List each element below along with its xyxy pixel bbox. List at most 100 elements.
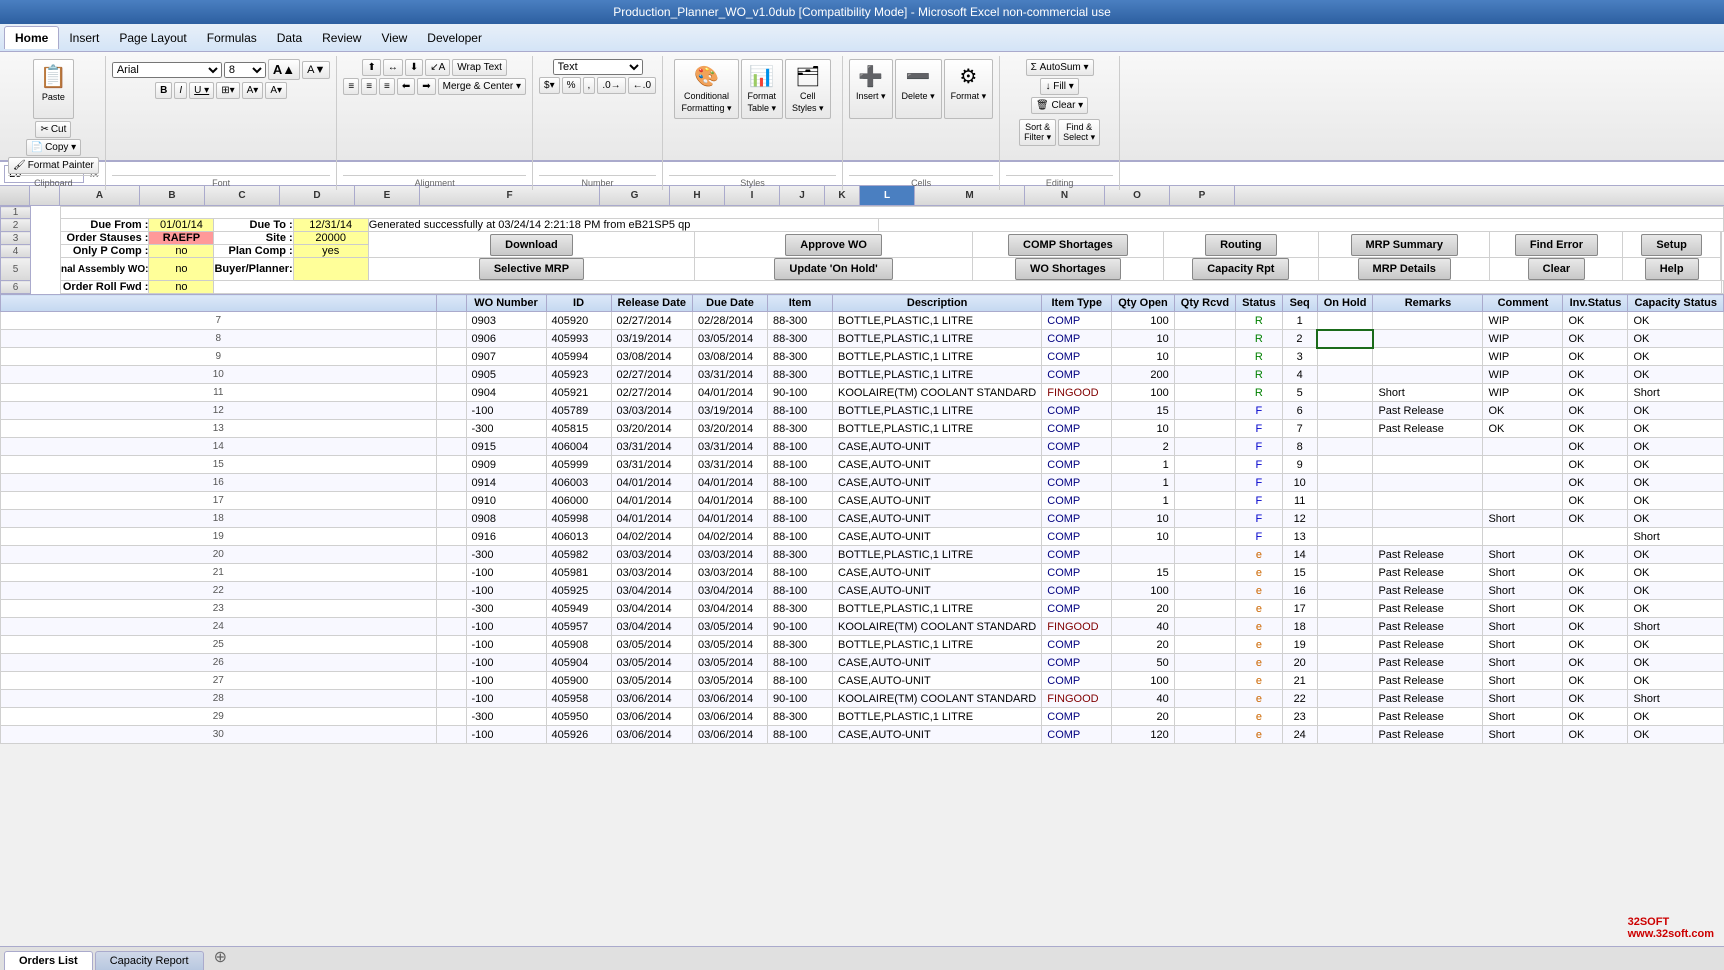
cell-inv-status[interactable]: [1563, 528, 1628, 546]
cell-release-date[interactable]: 03/04/2014: [611, 618, 693, 636]
cell-wo[interactable]: 0906: [466, 330, 546, 348]
cell-on-hold[interactable]: [1317, 402, 1373, 420]
menu-home[interactable]: Home: [4, 26, 59, 49]
align-bottom-button[interactable]: ⬇: [405, 59, 423, 76]
capacity-rpt-button[interactable]: Capacity Rpt: [1192, 258, 1289, 280]
cell-comment[interactable]: Short: [1483, 672, 1563, 690]
cell-on-hold[interactable]: [1317, 420, 1373, 438]
cell-release-date[interactable]: 03/05/2014: [611, 636, 693, 654]
cell-status[interactable]: R: [1236, 366, 1283, 384]
cell-capacity-status[interactable]: OK: [1628, 582, 1724, 600]
cell-on-hold[interactable]: [1317, 636, 1373, 654]
cell-due-date[interactable]: 03/31/2014: [693, 366, 768, 384]
cell-qty-open[interactable]: 10: [1112, 510, 1175, 528]
cell-wo[interactable]: 0910: [466, 492, 546, 510]
cell-due-date[interactable]: 03/06/2014: [693, 690, 768, 708]
cell-status[interactable]: F: [1236, 510, 1283, 528]
cell-capacity-status[interactable]: Short: [1628, 618, 1724, 636]
cell-seq[interactable]: 13: [1282, 528, 1317, 546]
cell-comment[interactable]: [1483, 474, 1563, 492]
cell-comment[interactable]: Short: [1483, 708, 1563, 726]
cell-due-date[interactable]: 03/31/2014: [693, 438, 768, 456]
cell-inv-status[interactable]: OK: [1563, 726, 1628, 744]
cell-on-hold[interactable]: [1317, 474, 1373, 492]
menu-data[interactable]: Data: [267, 27, 312, 49]
cell-description[interactable]: BOTTLE,PLASTIC,1 LITRE: [833, 312, 1042, 330]
currency-button[interactable]: $▾: [539, 77, 560, 94]
cell-seq[interactable]: 2: [1282, 330, 1317, 348]
cell-id[interactable]: 405815: [546, 420, 611, 438]
cell-seq[interactable]: 24: [1282, 726, 1317, 744]
cell-comment[interactable]: Short: [1483, 510, 1563, 528]
cell-item[interactable]: 90-100: [768, 618, 833, 636]
cell-seq[interactable]: 6: [1282, 402, 1317, 420]
cell-inv-status[interactable]: OK: [1563, 672, 1628, 690]
header-status[interactable]: Status: [1236, 295, 1283, 312]
cell-qty-rcvd[interactable]: [1174, 726, 1235, 744]
cell-status[interactable]: R: [1236, 384, 1283, 402]
format-cells-button[interactable]: ⚙ Format ▾: [944, 59, 994, 119]
cell-inv-status[interactable]: OK: [1563, 582, 1628, 600]
tab-orders-list[interactable]: Orders List: [4, 951, 93, 970]
cell-qty-open[interactable]: 50: [1112, 654, 1175, 672]
cell-comment[interactable]: Short: [1483, 600, 1563, 618]
cell-inv-status[interactable]: OK: [1563, 474, 1628, 492]
download-button[interactable]: Download: [490, 234, 573, 256]
orient-button[interactable]: ↙A: [425, 59, 450, 76]
cell-on-hold[interactable]: [1317, 438, 1373, 456]
cell-qty-open[interactable]: 15: [1112, 564, 1175, 582]
cell-inv-status[interactable]: OK: [1563, 618, 1628, 636]
header-id[interactable]: ID: [546, 295, 611, 312]
cell-item[interactable]: 88-300: [768, 546, 833, 564]
cell-description[interactable]: CASE,AUTO-UNIT: [833, 672, 1042, 690]
paste-button[interactable]: 📋 Paste: [33, 59, 74, 119]
menu-page-layout[interactable]: Page Layout: [109, 27, 196, 49]
cell-description[interactable]: CASE,AUTO-UNIT: [833, 726, 1042, 744]
decrease-decimal-button[interactable]: ←.0: [628, 77, 656, 94]
cell-release-date[interactable]: 04/01/2014: [611, 510, 693, 528]
cell-seq[interactable]: 19: [1282, 636, 1317, 654]
cell-inv-status[interactable]: OK: [1563, 348, 1628, 366]
cell-item-type[interactable]: COMP: [1042, 510, 1112, 528]
cell-seq[interactable]: 22: [1282, 690, 1317, 708]
cell-capacity-status[interactable]: OK: [1628, 510, 1724, 528]
cell-status[interactable]: e: [1236, 654, 1283, 672]
cell-status[interactable]: F: [1236, 420, 1283, 438]
wrap-text-button[interactable]: Wrap Text: [452, 59, 507, 76]
cell-id[interactable]: 406000: [546, 492, 611, 510]
cell-release-date[interactable]: 02/27/2014: [611, 366, 693, 384]
cell-remarks[interactable]: Past Release: [1373, 582, 1483, 600]
cell-remarks[interactable]: [1373, 366, 1483, 384]
cell-due-date[interactable]: 03/03/2014: [693, 564, 768, 582]
cell-status[interactable]: R: [1236, 348, 1283, 366]
cell-qty-rcvd[interactable]: [1174, 618, 1235, 636]
borders-button[interactable]: ⊞▾: [216, 82, 239, 99]
cell-qty-open[interactable]: 20: [1112, 600, 1175, 618]
clear-button[interactable]: 🗑 Clear ▾: [1031, 97, 1088, 114]
cell-item-type[interactable]: COMP: [1042, 366, 1112, 384]
cell-description[interactable]: BOTTLE,PLASTIC,1 LITRE: [833, 546, 1042, 564]
cell-id[interactable]: 405904: [546, 654, 611, 672]
decrease-indent-button[interactable]: ⬅: [397, 78, 415, 95]
cell-id[interactable]: 405921: [546, 384, 611, 402]
cell-wo[interactable]: 0909: [466, 456, 546, 474]
cell-release-date[interactable]: 03/06/2014: [611, 690, 693, 708]
cell-comment[interactable]: Short: [1483, 546, 1563, 564]
increase-indent-button[interactable]: ➡: [417, 78, 435, 95]
cell-comment[interactable]: OK: [1483, 420, 1563, 438]
cell-qty-open[interactable]: 200: [1112, 366, 1175, 384]
cell-release-date[interactable]: 03/05/2014: [611, 672, 693, 690]
cell-inv-status[interactable]: OK: [1563, 402, 1628, 420]
cell-remarks[interactable]: Past Release: [1373, 402, 1483, 420]
cell-comment[interactable]: Short: [1483, 618, 1563, 636]
cell-wo[interactable]: 0903: [466, 312, 546, 330]
cell-release-date[interactable]: 03/31/2014: [611, 456, 693, 474]
cell-status[interactable]: e: [1236, 600, 1283, 618]
cell-qty-open[interactable]: 15: [1112, 402, 1175, 420]
header-seq[interactable]: Seq: [1282, 295, 1317, 312]
increase-font-button[interactable]: A▲: [268, 59, 300, 80]
help-button[interactable]: Help: [1645, 258, 1699, 280]
cell-comment[interactable]: Short: [1483, 636, 1563, 654]
cell-description[interactable]: CASE,AUTO-UNIT: [833, 654, 1042, 672]
cell-qty-open[interactable]: 10: [1112, 330, 1175, 348]
